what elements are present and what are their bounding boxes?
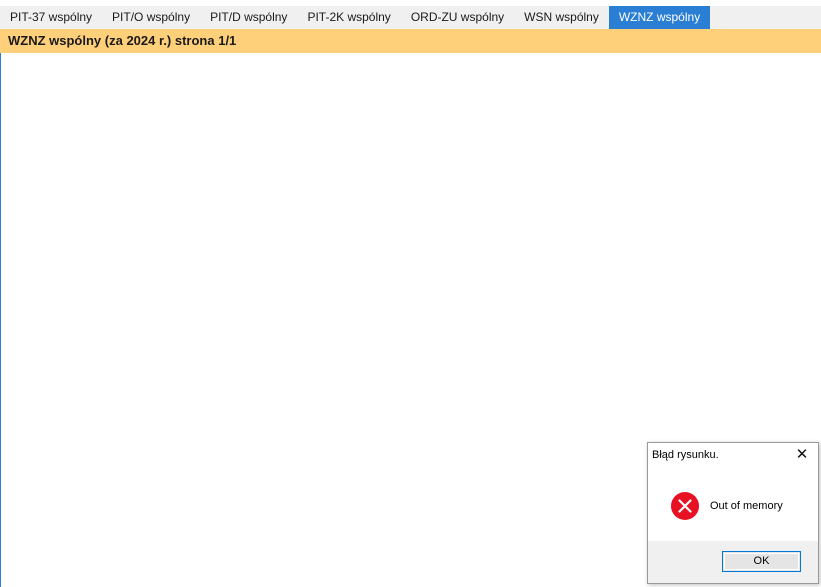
form-title: WZNZ wspólny (za 2024 r.) strona 1/1 bbox=[0, 29, 821, 53]
dialog-footer: OK bbox=[648, 541, 818, 583]
dialog-message: Out of memory bbox=[710, 500, 783, 512]
close-icon[interactable]: ✕ bbox=[794, 446, 810, 464]
tab-pit-37[interactable]: PIT-37 wspólny bbox=[0, 6, 102, 29]
tab-ord-zu[interactable]: ORD-ZU wspólny bbox=[401, 6, 514, 29]
left-border-line bbox=[0, 53, 1, 587]
form-tab-bar: PIT-37 wspólny PIT/O wspólny PIT/D wspól… bbox=[0, 6, 821, 29]
error-icon bbox=[671, 492, 699, 520]
ok-button[interactable]: OK bbox=[722, 551, 801, 572]
dialog-title: Błąd rysunku. bbox=[652, 449, 719, 461]
tab-pit-d[interactable]: PIT/D wspólny bbox=[200, 6, 297, 29]
tab-pit-2k[interactable]: PIT-2K wspólny bbox=[297, 6, 400, 29]
tab-pit-o[interactable]: PIT/O wspólny bbox=[102, 6, 200, 29]
app-window: PIT-37 wspólny PIT/O wspólny PIT/D wspól… bbox=[0, 0, 821, 587]
tab-wznz[interactable]: WZNZ wspólny bbox=[608, 6, 711, 29]
error-dialog: Błąd rysunku. ✕ Out of memory OK bbox=[647, 442, 819, 584]
tab-wsn[interactable]: WSN wspólny bbox=[514, 6, 609, 29]
